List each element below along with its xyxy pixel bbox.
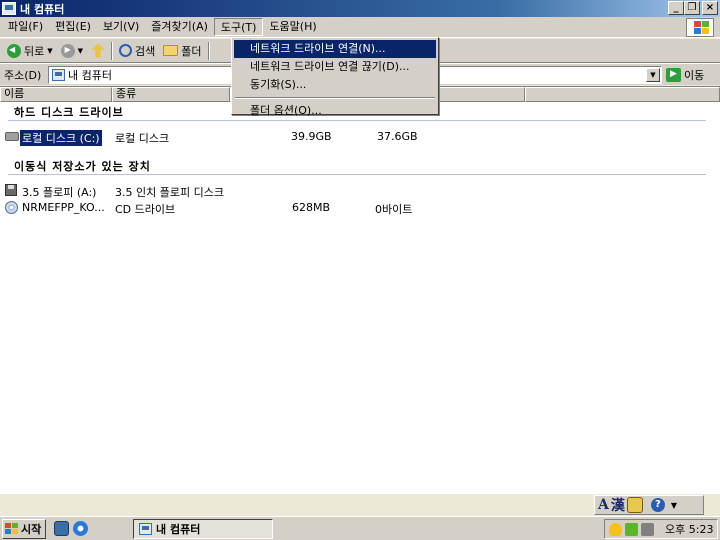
window-title: 내 컴퓨터 (20, 2, 65, 16)
floppy-drive-icon (5, 184, 17, 196)
windows-logo-icon (686, 18, 714, 37)
menu-file[interactable]: 파일(F) (2, 18, 49, 36)
group-divider (8, 120, 706, 121)
clock[interactable]: 오후 5:23 (665, 521, 713, 537)
quick-launch (54, 521, 88, 536)
menu-favorites[interactable]: 즐겨찾기(A) (145, 18, 214, 36)
file-list-view[interactable]: 이름 종류 하드 디스크 드라이브 로컬 디스크 (C:) 로컬 디스크 39.… (0, 86, 720, 494)
show-desktop-icon[interactable] (54, 521, 69, 536)
network-icon[interactable] (625, 522, 638, 536)
internet-explorer-icon[interactable] (73, 521, 88, 536)
menu-help[interactable]: 도움말(H) (263, 18, 322, 36)
drive-free: 37.6GB (377, 130, 418, 143)
folders-label: 폴더 (181, 44, 202, 58)
group-removable: 이동식 저장소가 있는 장치 (14, 160, 151, 173)
menu-separator (235, 97, 435, 99)
tools-menu-dropdown: 네트워크 드라이브 연결(N)... 네트워크 드라이브 연결 끊기(D)...… (231, 37, 439, 117)
back-button[interactable]: 뒤로 ▼ (3, 41, 57, 61)
my-computer-icon (139, 523, 152, 535)
list-item[interactable]: 3.5 플로피 (A:) 3.5 인치 플로피 디스크 (0, 183, 720, 199)
language-bar: A 漢 ? ▼ (594, 495, 704, 515)
folders-button[interactable]: 폴더 (159, 41, 205, 61)
forward-button[interactable]: ▼ (57, 41, 87, 61)
menu-edit[interactable]: 편집(E) (49, 18, 97, 36)
folder-icon (163, 45, 179, 56)
menu-item-disconnect-network-drive[interactable]: 네트워크 드라이브 연결 끊기(D)... (234, 58, 436, 76)
hanja-button[interactable]: 漢 (611, 495, 625, 515)
system-tray: 오후 5:23 (604, 519, 718, 539)
toolbar-separator (111, 41, 114, 60)
menu-tools[interactable]: 도구(T) (213, 18, 264, 36)
search-button[interactable]: 검색 (115, 41, 159, 61)
go-label: 이동 (684, 69, 705, 82)
drive-type: 로컬 디스크 (115, 132, 170, 145)
drive-total: 39.9GB (291, 130, 332, 143)
drive-name: 3.5 플로피 (A:) (22, 186, 97, 199)
go-arrow-icon (666, 68, 681, 82)
chevron-down-icon[interactable]: ▼ (78, 47, 83, 55)
forward-arrow-icon (60, 43, 75, 58)
address-label: 주소(D) (4, 68, 42, 82)
list-item[interactable]: 로컬 디스크 (C:) 로컬 디스크 39.9GB 37.6GB (0, 129, 720, 147)
drive-total: 628MB (292, 201, 331, 214)
start-label: 시작 (21, 523, 42, 536)
close-button[interactable]: × (702, 1, 718, 15)
address-value: 내 컴퓨터 (68, 69, 112, 82)
taskbar-button-my-computer[interactable]: 내 컴퓨터 (133, 519, 273, 539)
search-icon (119, 44, 133, 57)
menu-item-synchronize[interactable]: 동기화(S)... (234, 76, 436, 94)
group-hard-disks: 하드 디스크 드라이브 (14, 106, 124, 119)
task-label: 내 컴퓨터 (156, 523, 201, 536)
title-bar: 내 컴퓨터 _ ❐ × (0, 0, 720, 17)
menu-item-folder-options[interactable]: 폴더 옵션(O)... (234, 102, 436, 120)
drive-type: 3.5 인치 플로피 디스크 (115, 186, 224, 199)
drive-free: 0바이트 (375, 203, 413, 216)
column-header-filler (525, 87, 720, 102)
column-header-type[interactable]: 종류 (112, 87, 230, 102)
ime-status-icon[interactable] (641, 522, 654, 536)
help-icon[interactable]: ? (650, 498, 665, 512)
my-computer-icon (2, 2, 16, 15)
search-label: 검색 (135, 44, 156, 58)
back-arrow-icon (7, 43, 21, 58)
restore-button[interactable]: ❐ (684, 1, 700, 15)
address-dropdown-button[interactable]: ▼ (646, 68, 660, 82)
column-header-extra2[interactable] (435, 87, 525, 102)
list-item[interactable]: NRMEFPP_KO... CD 드라이브 628MB 0바이트 (0, 200, 720, 216)
menu-item-map-network-drive[interactable]: 네트워크 드라이브 연결(N)... (234, 40, 436, 58)
toolbar-separator (207, 41, 210, 60)
menu-view[interactable]: 보기(V) (97, 18, 145, 36)
cd-drive-icon (5, 201, 18, 214)
langbar-options-icon[interactable]: ▼ (671, 501, 677, 510)
ime-pad-icon[interactable] (626, 497, 643, 513)
back-label: 뒤로 (24, 44, 45, 58)
menu-bar: 파일(F) 편집(E) 보기(V) 즐겨찾기(A) 도구(T) 도움말(H) (0, 17, 720, 38)
drive-name: NRMEFPP_KO... (22, 201, 105, 214)
my-computer-icon (52, 69, 65, 81)
up-button[interactable] (87, 41, 109, 61)
group-divider (8, 174, 706, 175)
drive-name: 로컬 디스크 (C:) (19, 129, 103, 147)
windows-flag-icon (5, 523, 18, 535)
go-button[interactable]: 이동 (666, 67, 704, 83)
input-mode-button[interactable]: A (598, 497, 609, 513)
up-folder-icon (91, 43, 106, 58)
hard-drive-icon (5, 132, 19, 141)
minimize-button[interactable]: _ (668, 1, 684, 15)
start-button[interactable]: 시작 (2, 519, 46, 539)
taskbar: 시작 내 컴퓨터 오후 5:23 (0, 516, 720, 540)
chevron-down-icon[interactable]: ▼ (47, 47, 52, 55)
drive-type: CD 드라이브 (115, 203, 176, 216)
column-header-name[interactable]: 이름 (0, 87, 112, 102)
security-shield-icon[interactable] (609, 522, 622, 536)
